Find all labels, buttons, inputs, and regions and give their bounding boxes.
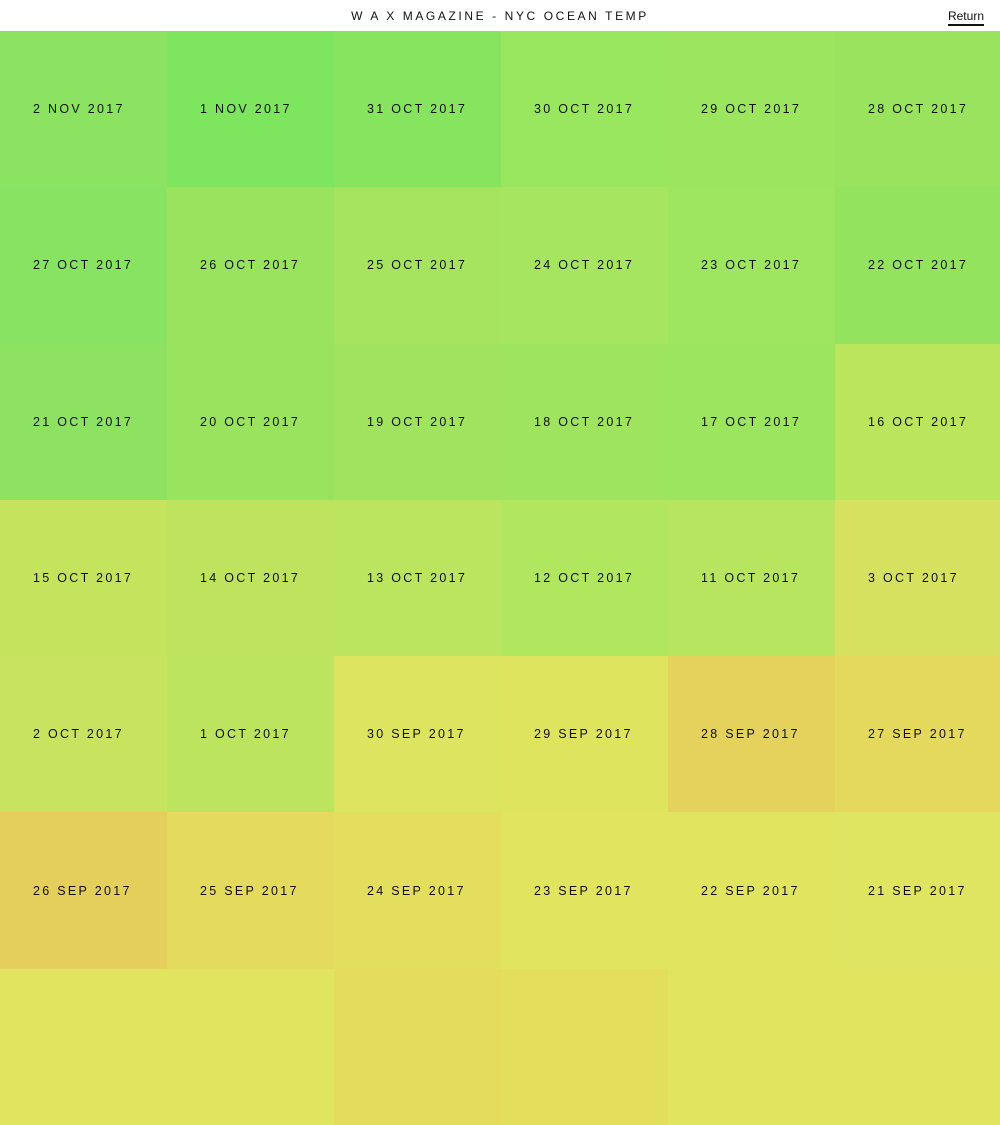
date-tile-label: 22 SEP 2017 bbox=[701, 883, 800, 898]
date-tile-label: 22 OCT 2017 bbox=[868, 258, 969, 273]
date-tile-label: 27 OCT 2017 bbox=[33, 258, 134, 273]
date-tile-label: 17 OCT 2017 bbox=[701, 414, 802, 429]
date-tile-label: 23 OCT 2017 bbox=[701, 258, 802, 273]
date-tile-label: 29 OCT 2017 bbox=[701, 102, 802, 117]
date-tile[interactable]: 14 OCT 2017 bbox=[167, 499, 334, 657]
date-tile-label: 13 OCT 2017 bbox=[367, 571, 468, 586]
date-tile[interactable]: 25 OCT 2017 bbox=[334, 187, 501, 344]
date-tile-label: 20 OCT 2017 bbox=[200, 414, 301, 429]
date-tile[interactable] bbox=[167, 968, 334, 1125]
date-tile[interactable]: 30 SEP 2017 bbox=[334, 656, 501, 813]
date-tile-label: 25 OCT 2017 bbox=[367, 258, 468, 273]
date-tile[interactable]: 23 SEP 2017 bbox=[501, 812, 668, 969]
date-tile[interactable] bbox=[835, 968, 1000, 1125]
date-tile[interactable]: 26 SEP 2017 bbox=[0, 812, 167, 969]
date-tile-label: 29 SEP 2017 bbox=[534, 727, 633, 742]
date-tile-label: 14 OCT 2017 bbox=[200, 571, 301, 586]
date-tile-label: 21 OCT 2017 bbox=[33, 414, 134, 429]
date-tile-label: 26 OCT 2017 bbox=[200, 258, 301, 273]
date-tile-label: 25 SEP 2017 bbox=[200, 883, 299, 898]
date-tile[interactable]: 21 OCT 2017 bbox=[0, 343, 167, 500]
date-tile-label: 1 OCT 2017 bbox=[200, 727, 291, 742]
date-tile[interactable]: 31 OCT 2017 bbox=[334, 31, 501, 188]
date-tile[interactable]: 27 OCT 2017 bbox=[0, 187, 167, 344]
date-tile[interactable]: 30 OCT 2017 bbox=[501, 31, 668, 188]
date-tile[interactable]: 29 OCT 2017 bbox=[668, 31, 835, 188]
date-tile[interactable]: 24 SEP 2017 bbox=[334, 812, 501, 969]
date-tile-label: 12 OCT 2017 bbox=[534, 571, 635, 586]
date-tile[interactable]: 21 SEP 2017 bbox=[835, 812, 1000, 969]
date-tile-label: 30 SEP 2017 bbox=[367, 727, 466, 742]
date-tile[interactable]: 13 OCT 2017 bbox=[334, 499, 501, 657]
date-tile-label: 24 SEP 2017 bbox=[367, 883, 466, 898]
date-tile-label: 21 SEP 2017 bbox=[868, 883, 967, 898]
date-tile-label: 23 SEP 2017 bbox=[534, 883, 633, 898]
date-tile-label: 27 SEP 2017 bbox=[868, 727, 967, 742]
top-bar: W A X MAGAZINE - NYC OCEAN TEMP Return bbox=[0, 0, 1000, 31]
date-tile[interactable]: 29 SEP 2017 bbox=[501, 656, 668, 813]
date-tile[interactable] bbox=[0, 968, 167, 1125]
date-tile-label: 3 OCT 2017 bbox=[868, 571, 959, 586]
date-tile-label: 28 OCT 2017 bbox=[868, 102, 969, 117]
date-tile-label: 28 SEP 2017 bbox=[701, 727, 800, 742]
date-tile[interactable]: 15 OCT 2017 bbox=[0, 499, 167, 657]
return-link[interactable]: Return bbox=[947, 9, 984, 26]
date-tile[interactable]: 28 OCT 2017 bbox=[835, 31, 1000, 188]
date-tile[interactable]: 1 NOV 2017 bbox=[167, 31, 334, 188]
date-tile-label: 11 OCT 2017 bbox=[701, 571, 801, 586]
date-tile[interactable]: 18 OCT 2017 bbox=[501, 343, 668, 500]
date-tile[interactable]: 12 OCT 2017 bbox=[501, 499, 668, 657]
date-tile[interactable]: 22 OCT 2017 bbox=[835, 187, 1000, 344]
date-tile-label: 15 OCT 2017 bbox=[33, 571, 134, 586]
date-tile-label: 24 OCT 2017 bbox=[534, 258, 635, 273]
date-tile[interactable]: 20 OCT 2017 bbox=[167, 343, 334, 500]
date-tile[interactable]: 19 OCT 2017 bbox=[334, 343, 501, 500]
page-title: W A X MAGAZINE - NYC OCEAN TEMP bbox=[351, 9, 649, 23]
date-tile[interactable]: 3 OCT 2017 bbox=[835, 499, 1000, 657]
date-tile[interactable]: 23 OCT 2017 bbox=[668, 187, 835, 344]
date-tile[interactable]: 17 OCT 2017 bbox=[668, 343, 835, 500]
date-tile-label: 30 OCT 2017 bbox=[534, 102, 635, 117]
date-tile-grid: 2 NOV 2017 1 NOV 2017 31 OCT 2017 30 OCT 20… bbox=[0, 31, 1000, 1125]
date-tile-label: 26 SEP 2017 bbox=[33, 883, 132, 898]
date-tile[interactable]: 11 OCT 2017 bbox=[668, 499, 835, 657]
date-tile[interactable]: 1 OCT 2017 bbox=[167, 656, 334, 813]
date-tile[interactable]: 28 SEP 2017 bbox=[668, 656, 835, 813]
date-tile[interactable]: 2 NOV 2017 bbox=[0, 31, 167, 188]
date-tile[interactable]: 16 OCT 2017 bbox=[835, 343, 1000, 500]
date-tile-label: 2 OCT 2017 bbox=[33, 727, 124, 742]
date-tile[interactable]: 25 SEP 2017 bbox=[167, 812, 334, 969]
date-tile[interactable]: 26 OCT 2017 bbox=[167, 187, 334, 344]
date-tile-label: 1 NOV 2017 bbox=[200, 102, 292, 117]
date-tile[interactable]: 24 OCT 2017 bbox=[501, 187, 668, 344]
date-tile[interactable] bbox=[501, 968, 668, 1125]
date-tile-label: 19 OCT 2017 bbox=[367, 414, 468, 429]
date-tile[interactable]: 2 OCT 2017 bbox=[0, 656, 167, 813]
date-tile-label: 18 OCT 2017 bbox=[534, 414, 635, 429]
date-tile-label: 16 OCT 2017 bbox=[868, 414, 969, 429]
date-tile[interactable] bbox=[668, 968, 835, 1125]
date-tile-label: 31 OCT 2017 bbox=[367, 102, 468, 117]
date-tile[interactable]: 22 SEP 2017 bbox=[668, 812, 835, 969]
date-tile[interactable]: 27 SEP 2017 bbox=[835, 656, 1000, 813]
date-tile[interactable] bbox=[334, 968, 501, 1125]
date-tile-label: 2 NOV 2017 bbox=[33, 102, 125, 117]
